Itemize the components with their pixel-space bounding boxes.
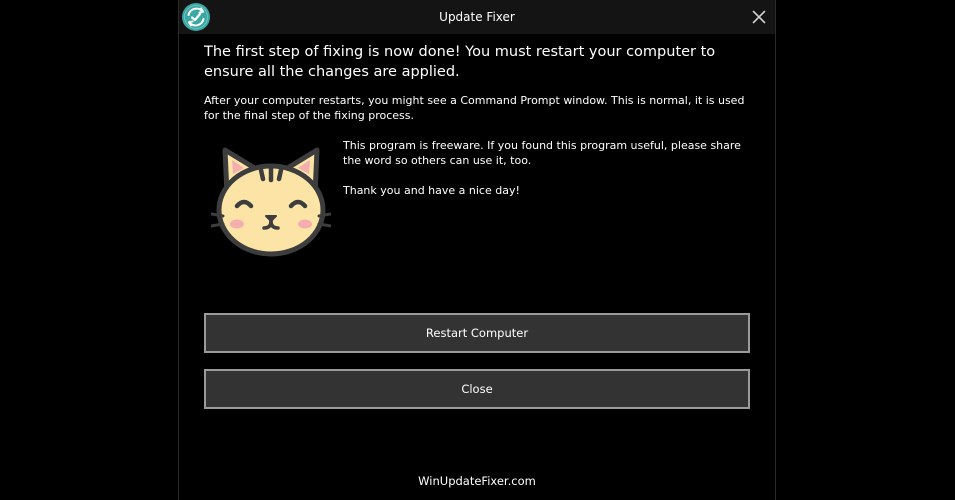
headline-text: The first step of fixing is now done! Yo… <box>204 44 716 80</box>
close-icon[interactable] <box>751 9 767 25</box>
cat-face-icon <box>211 147 331 257</box>
restart-computer-label: Restart Computer <box>425 326 529 340</box>
window-title: Update Fixer <box>439 10 515 24</box>
title-bar: Update Fixer <box>179 0 775 34</box>
restart-computer-button[interactable]: Restart Computer <box>204 313 750 353</box>
website-link[interactable]: WinUpdateFixer.com <box>179 474 775 488</box>
update-fixer-window: Update Fixer The first step of fixing is… <box>178 0 776 500</box>
thanks-text: Thank you and have a nice day! <box>343 184 520 197</box>
restart-note-text: After your computer restarts, you might … <box>204 94 745 122</box>
freeware-text: This program is freeware. If you found t… <box>343 139 741 167</box>
close-button[interactable]: Close <box>204 369 750 409</box>
close-button-label: Close <box>461 382 493 396</box>
